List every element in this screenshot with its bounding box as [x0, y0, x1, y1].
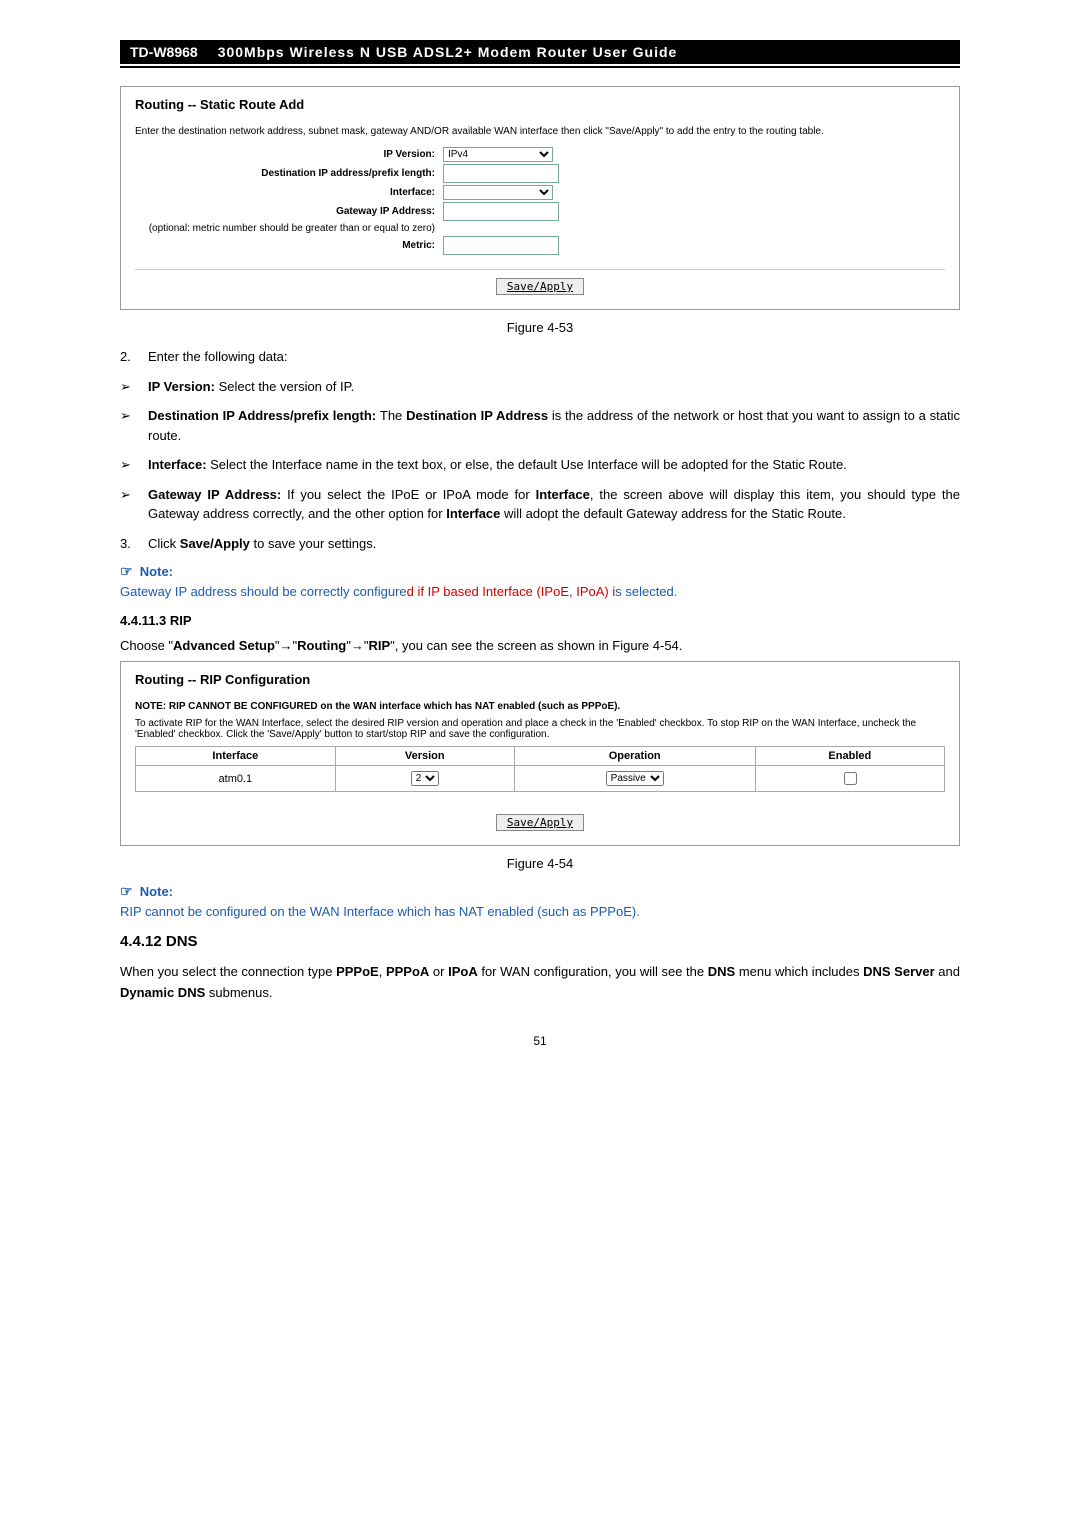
bullet-icon: ➢ — [120, 406, 148, 445]
pointing-hand-icon: ☞ — [120, 883, 133, 899]
col-operation: Operation — [514, 747, 755, 766]
metric-label: Metric: — [402, 240, 435, 251]
list-item: ➢ Interface: Select the Interface name i… — [120, 455, 960, 475]
bullet-icon: ➢ — [120, 377, 148, 397]
rip-config-panel: Routing -- RIP Configuration NOTE: RIP C… — [120, 661, 960, 846]
col-interface: Interface — [136, 747, 336, 766]
col-version: Version — [335, 747, 514, 766]
gateway-label: Gateway IP Address: — [336, 206, 435, 217]
static-route-panel-desc: Enter the destination network address, s… — [135, 126, 945, 137]
enabled-checkbox[interactable] — [844, 772, 857, 785]
rip-note-bold: NOTE: RIP CANNOT BE CONFIGURED on the WA… — [135, 701, 945, 712]
note-body: RIP cannot be configured on the WAN Inte… — [120, 904, 960, 919]
page-number: 51 — [120, 1034, 960, 1048]
pointing-hand-icon: ☞ — [120, 563, 133, 579]
note-body: Gateway IP address should be correctly c… — [120, 584, 960, 599]
static-route-panel-title: Routing -- Static Route Add — [135, 97, 945, 112]
static-route-panel: Routing -- Static Route Add Enter the de… — [120, 86, 960, 310]
figure-4-54-caption: Figure 4-54 — [120, 856, 960, 871]
save-apply-button[interactable]: Save/Apply — [496, 814, 584, 831]
bullet-icon: ➢ — [120, 485, 148, 524]
ip-version-select[interactable]: IPv4 — [443, 147, 553, 162]
rip-intro-text: Choose "Advanced Setup"→"Routing"→"RIP",… — [120, 638, 960, 653]
list-item: ➢ Destination IP Address/prefix length: … — [120, 406, 960, 445]
bullet-icon: ➢ — [120, 455, 148, 475]
version-select[interactable]: 2 — [411, 771, 439, 786]
rip-panel-title: Routing -- RIP Configuration — [135, 672, 945, 687]
interface-select[interactable] — [443, 185, 553, 200]
section-4-4-11-3: 4.4.11.3 RIP — [120, 613, 960, 628]
section-4-4-12: 4.4.12 DNS — [120, 933, 960, 950]
model-badge: TD-W8968 — [120, 40, 208, 64]
rip-note: To activate RIP for the WAN Interface, s… — [135, 718, 945, 740]
rip-table: Interface Version Operation Enabled atm0… — [135, 746, 945, 792]
interface-label: Interface: — [390, 187, 435, 198]
gateway-input[interactable] — [443, 202, 559, 221]
figure-4-53-caption: Figure 4-53 — [120, 320, 960, 335]
col-enabled: Enabled — [755, 747, 944, 766]
metric-note-label: (optional: metric number should be great… — [135, 223, 443, 234]
metric-input[interactable] — [443, 236, 559, 255]
save-apply-button[interactable]: Save/Apply — [496, 278, 584, 295]
list-item: 2. Enter the following data: — [120, 347, 960, 367]
doc-title: 300Mbps Wireless N USB ADSL2+ Modem Rout… — [208, 40, 960, 64]
ip-version-label: IP Version: — [383, 149, 435, 160]
list-item: ➢ IP Version: Select the version of IP. — [120, 377, 960, 397]
dest-ip-input[interactable] — [443, 164, 559, 183]
doc-header: TD-W8968 300Mbps Wireless N USB ADSL2+ M… — [120, 40, 960, 68]
cell-interface: atm0.1 — [136, 766, 336, 792]
note-heading: ☞ Note: — [120, 563, 960, 580]
dns-paragraph: When you select the connection type PPPo… — [120, 962, 960, 1004]
dest-ip-label: Destination IP address/prefix length: — [261, 168, 435, 179]
list-item: 3. Click Save/Apply to save your setting… — [120, 534, 960, 554]
list-item: ➢ Gateway IP Address: If you select the … — [120, 485, 960, 524]
operation-select[interactable]: Passive — [606, 771, 664, 786]
note-heading: ☞ Note: — [120, 883, 960, 900]
table-row: atm0.1 2 Passive — [136, 766, 945, 792]
